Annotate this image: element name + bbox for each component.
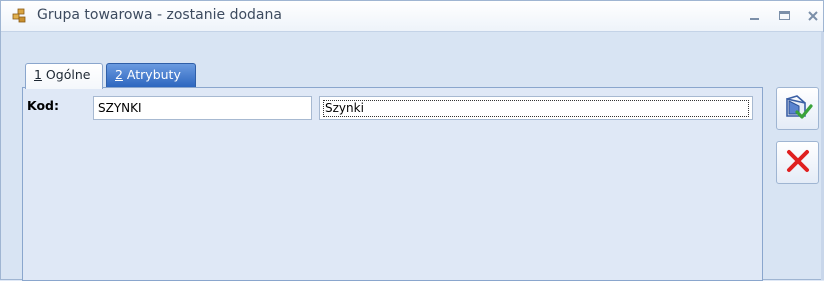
kod-label: Kod:: [27, 98, 60, 113]
save-check-icon: [783, 92, 813, 125]
close-icon[interactable]: [804, 7, 822, 25]
title-bar[interactable]: Grupa towarowa - zostanie dodana: [1, 1, 823, 32]
dialog-window: Grupa towarowa - zostanie dodana 1 Ogóln…: [0, 0, 824, 281]
stacked-goods-icon: [11, 8, 27, 24]
window-title: Grupa towarowa - zostanie dodana: [37, 7, 282, 23]
minimize-icon[interactable]: [746, 7, 764, 25]
tab-general-label: Ogólne: [41, 67, 91, 82]
tab-general[interactable]: 1 Ogólne: [25, 63, 103, 89]
save-button[interactable]: [776, 87, 819, 130]
name-input-text: Szynki: [323, 100, 749, 117]
cancel-x-icon: [785, 148, 811, 177]
cancel-button[interactable]: [776, 141, 819, 184]
tab-attributes-label: Atrybuty: [122, 67, 181, 82]
form-panel: Kod: SZYNKI Szynki: [22, 87, 763, 281]
name-input[interactable]: Szynki: [319, 96, 753, 120]
maximize-icon[interactable]: [775, 7, 793, 25]
tab-attributes[interactable]: 2 Atrybuty: [106, 63, 196, 87]
kod-input[interactable]: SZYNKI: [93, 96, 312, 120]
